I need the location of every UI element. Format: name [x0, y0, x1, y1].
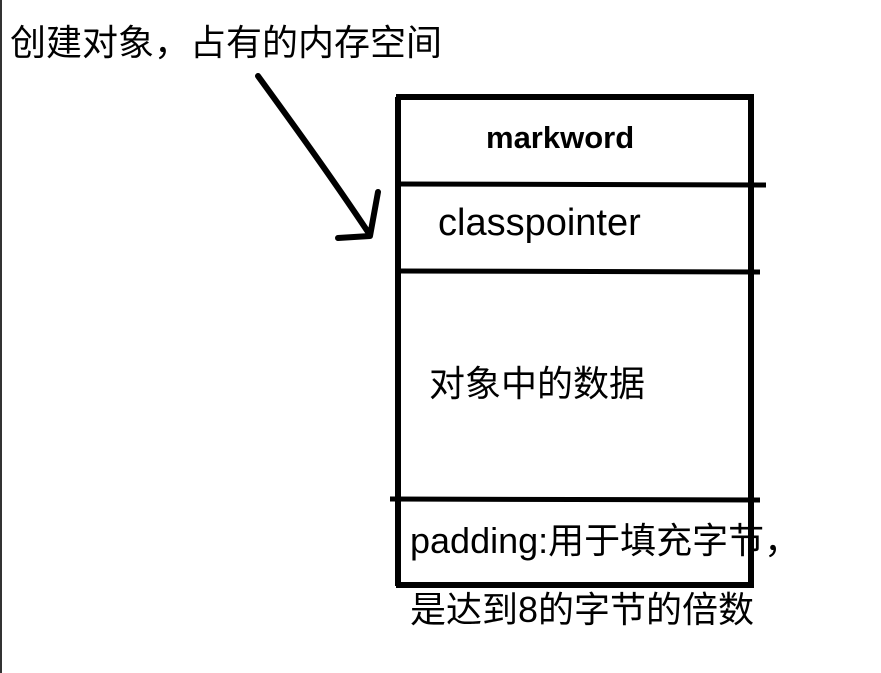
section-padding-label-line2: 是达到8的字节的倍数 [410, 589, 755, 630]
section-data-label: 对象中的数据 [429, 364, 646, 405]
divider-markword [397, 181, 767, 188]
divider-data [389, 496, 761, 503]
object-memory-diagram [255, 73, 767, 588]
arrow-shaft [255, 73, 371, 235]
divider-classpointer [397, 268, 761, 275]
section-padding-label-line1: padding:用于填充字节， [410, 520, 801, 561]
section-classpointer-label: classpointer [438, 202, 641, 244]
section-markword-label: markword [486, 120, 635, 155]
